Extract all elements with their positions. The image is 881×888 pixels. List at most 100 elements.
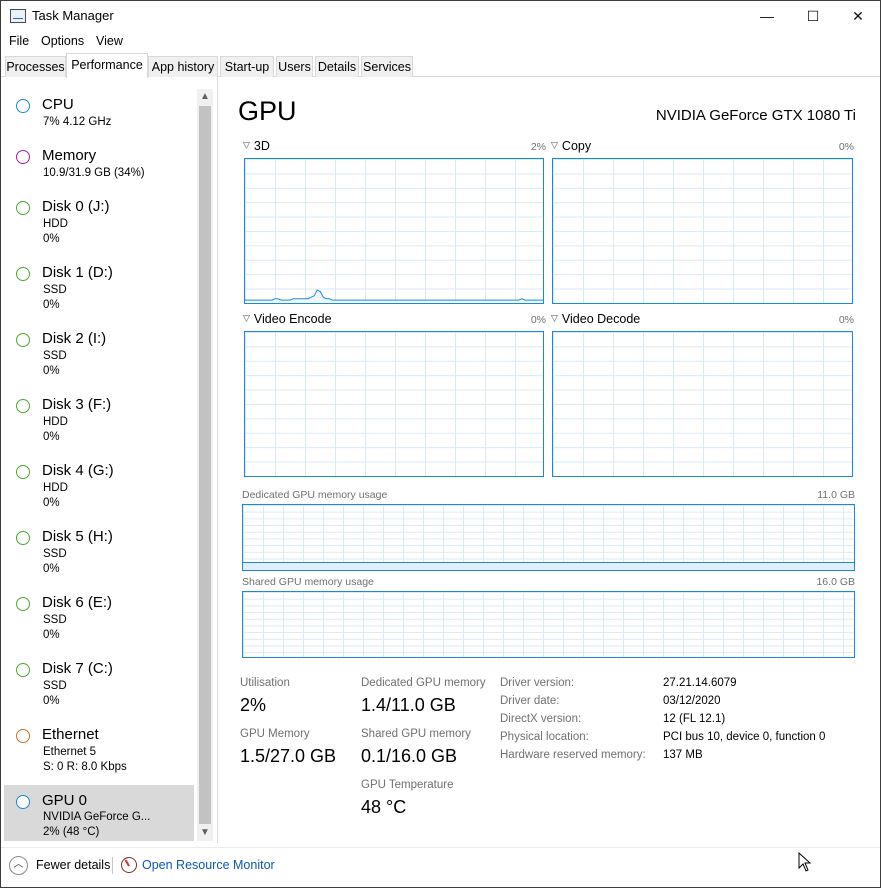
sidebar-item-title: Disk 1 (D:) [42, 264, 113, 281]
tab-performance[interactable]: Performance [66, 53, 148, 78]
sidebar-item-title: Disk 3 (F:) [42, 396, 112, 413]
page-title: GPU [238, 96, 297, 126]
tab-app-history[interactable]: App history [148, 56, 218, 77]
sidebar-item-disk-5[interactable]: Disk 5 (H:) SSD 0% [4, 521, 194, 586]
sidebar-item-disk-0[interactable]: Disk 0 (J:) HDD 0% [4, 191, 194, 256]
engine-name: Copy [561, 139, 592, 153]
sidebar-item-type: HDD [43, 416, 68, 428]
tab-start-up[interactable]: Start-up [220, 56, 274, 77]
chevron-down-icon: ▽ [243, 140, 250, 150]
driver-date-label: Driver date: [500, 695, 560, 707]
menu-view[interactable]: View [96, 34, 123, 48]
shared-memory-graph-max: 16.0 GB [816, 576, 855, 588]
dedicated-memory-fill [243, 561, 854, 570]
sidebar-item-detail: 7% 4.12 GHz [43, 116, 112, 128]
resource-monitor-icon[interactable] [121, 857, 137, 873]
sidebar-item-usage: 0% [43, 497, 60, 509]
scroll-up-icon[interactable]: ▲ [197, 89, 213, 105]
sidebar-item-cpu[interactable]: CPU 7% 4.12 GHz [4, 89, 194, 139]
disk-icon [16, 597, 30, 611]
tab-services[interactable]: Services [361, 56, 413, 77]
tab-details[interactable]: Details [315, 56, 359, 77]
sidebar-item-memory[interactable]: Memory 10.9/31.9 GB (34%) [4, 140, 194, 190]
sidebar-item-usage: 0% [43, 629, 60, 641]
series-area [245, 290, 543, 303]
chevron-up-icon[interactable]: ︿ [9, 856, 28, 875]
sidebar-item-detail: 10.9/31.9 GB (34%) [43, 167, 145, 179]
shared-memory-label: Shared GPU memory [361, 728, 471, 740]
disk-icon [16, 267, 30, 281]
sidebar-item-title: Memory [42, 147, 97, 164]
sidebar-item-type: SSD [43, 614, 67, 626]
shared-memory-graph [242, 591, 855, 658]
sidebar-item-gpu-0[interactable]: GPU 0 NVIDIA GeForce G... 2% (48 °C) [4, 785, 194, 841]
tab-users[interactable]: Users [276, 56, 313, 77]
engine-percent: 0% [838, 314, 854, 326]
minimize-button[interactable]: — [744, 1, 790, 31]
shared-memory-value: 0.1/16.0 GB [361, 746, 458, 766]
menu-file[interactable]: File [9, 34, 29, 48]
divider [217, 77, 218, 843]
3d-usage-chart [245, 289, 543, 303]
sidebar-item-disk-4[interactable]: Disk 4 (G:) HDD 0% [4, 455, 194, 520]
sidebar-item-title: Disk 4 (G:) [42, 462, 114, 479]
sidebar-item-adapter: Ethernet 5 [43, 746, 97, 758]
sidebar-item-title: Disk 5 (H:) [42, 528, 113, 545]
engine-selector-video-encode[interactable]: ▽ Video Encode [243, 312, 332, 326]
scroll-down-icon[interactable]: ▼ [197, 825, 213, 841]
sidebar-item-title: Ethernet [42, 726, 99, 743]
graph-video-decode [552, 331, 853, 477]
sidebar-item-disk-1[interactable]: Disk 1 (D:) SSD 0% [4, 257, 194, 322]
sidebar-item-type: SSD [43, 284, 67, 296]
maximize-button[interactable]: ☐ [790, 1, 836, 31]
sidebar-item-type: SSD [43, 548, 67, 560]
engine-selector-video-decode[interactable]: ▽ Video Decode [551, 312, 640, 326]
tab-bar: Processes Performance App history Start-… [1, 53, 880, 78]
sidebar-item-title: Disk 0 (J:) [42, 198, 110, 215]
task-manager-window: Task Manager — ☐ ✕ File Options View Pro… [0, 0, 881, 888]
sidebar-item-disk-6[interactable]: Disk 6 (E:) SSD 0% [4, 587, 194, 652]
driver-version-value: 27.21.14.6079 [663, 677, 737, 689]
tab-processes[interactable]: Processes [5, 56, 66, 77]
sidebar-item-usage: 0% [43, 365, 60, 377]
gpu-model-name: NVIDIA GeForce GTX 1080 Ti [655, 107, 856, 124]
fewer-details-button[interactable]: Fewer details [36, 858, 110, 872]
gpu-temperature-label: GPU Temperature [361, 779, 454, 791]
sidebar-item-disk-7[interactable]: Disk 7 (C:) SSD 0% [4, 653, 194, 718]
sidebar-item-title: GPU 0 [42, 792, 88, 809]
series-line [245, 289, 543, 301]
physical-location-value: PCI bus 10, device 0, function 0 [663, 731, 826, 743]
sidebar-item-usage: 0% [43, 299, 60, 311]
graph-copy [552, 158, 853, 304]
physical-location-label: Physical location: [500, 731, 589, 743]
disk-icon [16, 531, 30, 545]
disk-icon [16, 465, 30, 479]
scroll-thumb[interactable] [199, 106, 211, 824]
sidebar-item-title: Disk 7 (C:) [42, 660, 113, 677]
engine-percent: 0% [530, 314, 546, 326]
sidebar-item-disk-3[interactable]: Disk 3 (F:) HDD 0% [4, 389, 194, 454]
sidebar-item-usage: 2% (48 °C) [43, 826, 100, 838]
chevron-down-icon: ▽ [551, 140, 558, 150]
engine-selector-3d[interactable]: ▽ 3D [243, 139, 270, 153]
mouse-cursor-icon [798, 852, 812, 872]
directx-version-value: 12 (FL 12.1) [663, 713, 726, 725]
dedicated-memory-value: 1.4/11.0 GB [361, 695, 456, 715]
memory-icon [16, 150, 30, 164]
engine-selector-copy[interactable]: ▽ Copy [551, 139, 591, 153]
sidebar-item-ethernet[interactable]: Ethernet Ethernet 5 S: 0 R: 8.0 Kbps [4, 719, 194, 784]
menu-options[interactable]: Options [41, 34, 84, 48]
sidebar-item-disk-2[interactable]: Disk 2 (I:) SSD 0% [4, 323, 194, 388]
open-resource-monitor-link[interactable]: Open Resource Monitor [142, 858, 275, 872]
gpu-temperature-value: 48 °C [361, 797, 407, 817]
sidebar-item-type: HDD [43, 482, 68, 494]
gpu-memory-value: 1.5/27.0 GB [240, 746, 337, 766]
close-button[interactable]: ✕ [835, 1, 881, 31]
sidebar-item-type: SSD [43, 680, 67, 692]
sidebar-item-throughput: S: 0 R: 8.0 Kbps [43, 761, 127, 773]
directx-version-label: DirectX version: [500, 713, 582, 725]
engine-percent: 2% [530, 141, 546, 153]
graph-3d [244, 158, 544, 304]
sidebar-item-usage: 0% [43, 563, 60, 575]
sidebar-scrollbar[interactable]: ▲ ▼ [197, 89, 213, 841]
